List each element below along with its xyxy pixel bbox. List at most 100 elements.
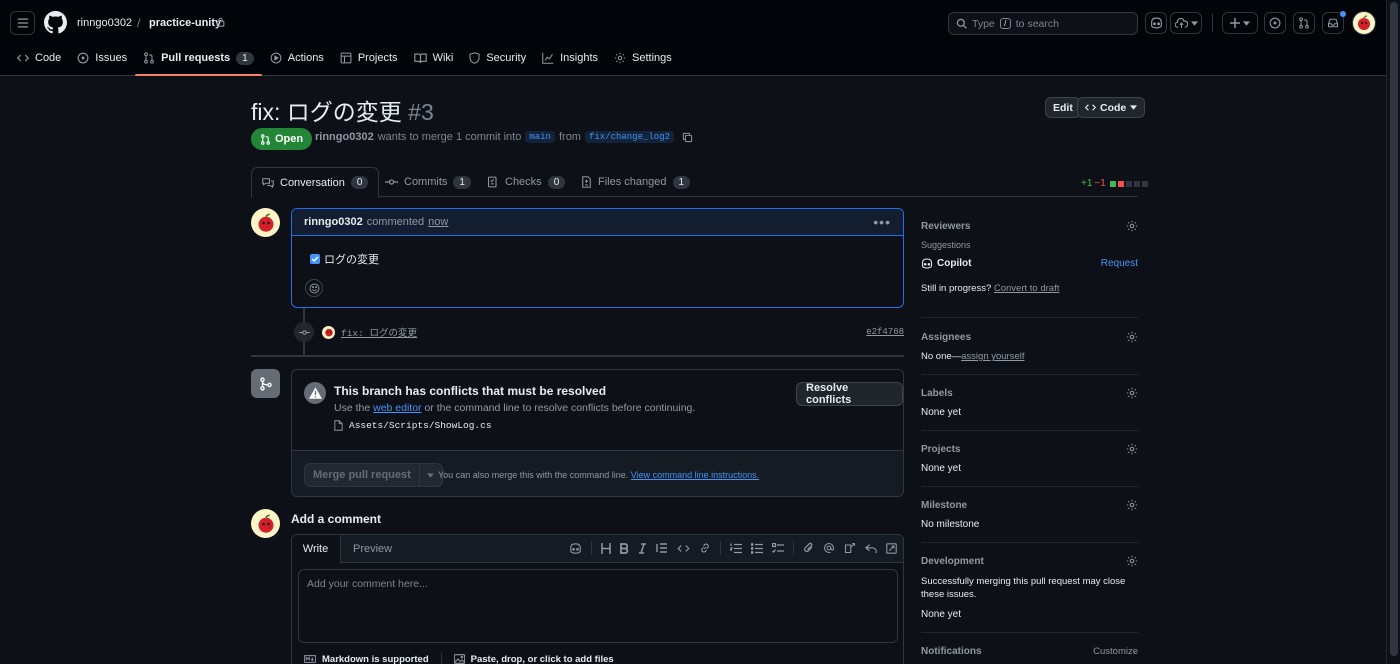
github-logo[interactable] [44, 11, 67, 34]
markdown-supported-link[interactable]: Markdown is supported [322, 654, 429, 664]
repo-tab-label: Security [486, 52, 527, 64]
assignees-value: No one—assign yourself [921, 351, 1138, 362]
code-icon [1085, 104, 1096, 111]
caret-down-icon [427, 472, 435, 478]
paste-files-text[interactable]: Paste, drop, or click to add files [471, 654, 614, 664]
comment-textarea[interactable]: Add your comment here... [298, 569, 898, 643]
breadcrumb-repo[interactable]: practice-unity [149, 17, 221, 29]
link-icon[interactable] [699, 542, 711, 554]
tab-label: Files changed [598, 176, 667, 188]
markdown-icon [304, 655, 316, 663]
tasklist-icon[interactable] [772, 542, 784, 554]
italic-icon[interactable] [638, 542, 647, 554]
comment-author[interactable]: rinngo0302 [304, 216, 363, 228]
commit-message[interactable]: fix: ログの変更 [341, 325, 417, 339]
gear-icon[interactable] [1126, 387, 1138, 399]
task-checkbox[interactable] [310, 254, 320, 264]
edit-title-button[interactable]: Edit [1045, 97, 1081, 118]
cross-reference-icon[interactable] [844, 542, 856, 554]
command-line-link[interactable]: View command line instructions. [631, 470, 759, 480]
web-editor-link[interactable]: web editor [373, 402, 421, 414]
avatar[interactable] [251, 509, 280, 538]
bold-icon[interactable] [620, 542, 629, 554]
tab-files-changed[interactable]: Files changed 1 [581, 167, 691, 197]
copilot-dropdown-button[interactable] [1170, 12, 1202, 34]
fullscreen-icon[interactable] [886, 542, 897, 554]
avatar[interactable] [251, 208, 280, 237]
commit-sha[interactable]: e2f4768 [866, 327, 904, 337]
repo-tab-pull-requests[interactable]: Pull requests 1 [135, 46, 262, 76]
pr-author[interactable]: rinngo0302 [315, 131, 374, 143]
issues-button[interactable] [1264, 12, 1286, 34]
request-review-link[interactable]: Request [1101, 258, 1138, 269]
paperclip-icon[interactable] [803, 542, 814, 554]
avatar[interactable] [322, 325, 335, 339]
tab-conversation[interactable]: Conversation 0 [251, 167, 380, 198]
github-mark-icon [44, 11, 67, 34]
toolbar-divider [720, 541, 721, 555]
repo-tab-code[interactable]: Code [9, 46, 69, 70]
scrollbar[interactable] [1386, 0, 1400, 664]
unordered-list-icon[interactable] [751, 542, 763, 554]
diffstat: +1 −1 [1081, 178, 1148, 189]
kebab-horizontal-icon[interactable]: ••• [873, 214, 891, 230]
search-input[interactable]: Type / to search [948, 12, 1138, 35]
comment-time[interactable]: now [428, 216, 448, 228]
resolve-conflicts-button[interactable]: Resolve conflicts [796, 382, 903, 406]
git-pull-request-icon [144, 52, 154, 64]
repo-tab-projects[interactable]: Projects [332, 46, 406, 70]
copilot-button[interactable] [1145, 12, 1167, 34]
repo-tab-actions[interactable]: Actions [262, 46, 332, 70]
code-icon[interactable] [677, 544, 690, 553]
labels-value: None yet [921, 407, 962, 418]
repo-tab-security[interactable]: Security [461, 46, 534, 70]
mention-icon[interactable] [823, 542, 835, 554]
conflict-title: This branch has conflicts that must be r… [334, 384, 607, 398]
apple-avatar-icon [258, 212, 273, 232]
create-new-button[interactable] [1222, 12, 1258, 34]
ordered-list-icon[interactable] [730, 543, 742, 554]
suggestions-label: Suggestions [921, 240, 971, 250]
gear-icon[interactable] [1126, 331, 1138, 343]
add-reaction-button[interactable] [305, 279, 323, 297]
copilot-icon[interactable] [569, 542, 582, 554]
toolbar-divider [793, 541, 794, 555]
scrollbar-thumb[interactable] [1390, 2, 1398, 656]
repo-tab-label: Wiki [432, 52, 454, 64]
base-branch[interactable]: main [525, 131, 555, 143]
merge-pull-request-button[interactable]: Merge pull request [304, 463, 443, 487]
caret-down-icon [1130, 105, 1138, 110]
pull-requests-button[interactable] [1293, 12, 1315, 34]
repo-tab-settings[interactable]: Settings [606, 46, 680, 70]
head-branch[interactable]: fix/change_log2 [584, 131, 674, 143]
inbox-icon [1327, 18, 1339, 28]
code-icon [17, 54, 29, 62]
tab-preview[interactable]: Preview [353, 535, 392, 563]
assign-yourself-link[interactable]: assign yourself [961, 351, 1024, 362]
gear-icon[interactable] [1126, 443, 1138, 455]
tab-write[interactable]: Write [292, 535, 341, 564]
convert-to-draft-link[interactable]: Convert to draft [994, 283, 1059, 294]
reply-icon[interactable] [865, 543, 877, 554]
heading-icon[interactable] [601, 542, 611, 554]
menu-button[interactable] [10, 11, 35, 35]
gear-icon[interactable] [1126, 220, 1138, 232]
diffstat-block [1133, 180, 1140, 187]
git-commit-icon [385, 179, 398, 185]
user-avatar[interactable] [1352, 11, 1376, 35]
code-dropdown-button[interactable]: Code [1077, 97, 1146, 118]
quote-icon[interactable] [656, 543, 668, 553]
gear-icon[interactable] [1126, 499, 1138, 511]
repo-tab-issues[interactable]: Issues [69, 46, 135, 70]
repo-tab-insights[interactable]: Insights [534, 46, 606, 70]
customize-link[interactable]: Customize [1093, 646, 1138, 657]
table-icon [340, 52, 352, 64]
repo-tab-wiki[interactable]: Wiki [406, 46, 462, 70]
gear-icon[interactable] [1126, 555, 1138, 567]
copilot-name[interactable]: Copilot [937, 258, 971, 269]
tab-commits[interactable]: Commits 1 [385, 167, 471, 197]
tab-checks[interactable]: Checks 0 [487, 167, 566, 197]
sidebar-divider [921, 632, 1138, 633]
copy-icon[interactable] [682, 132, 693, 143]
breadcrumb-owner[interactable]: rinngo0302 [77, 17, 132, 29]
